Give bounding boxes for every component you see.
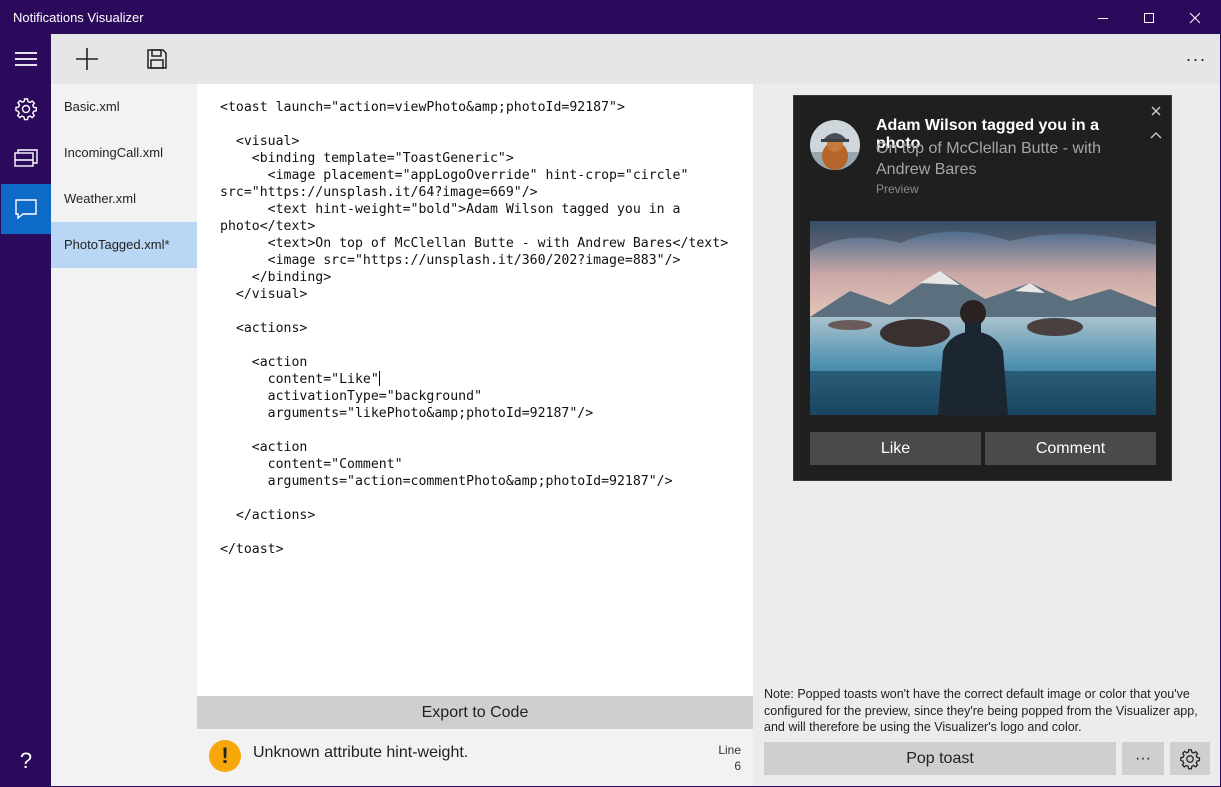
file-item-weather[interactable]: Weather.xml (51, 176, 197, 222)
plus-icon (76, 48, 98, 70)
toast-nav-button[interactable] (1, 184, 51, 234)
file-item-incomingcall[interactable]: IncomingCall.xml (51, 130, 197, 176)
file-item-basic[interactable]: Basic.xml (51, 84, 197, 130)
close-icon (1189, 12, 1201, 23)
hero-image-photo (810, 221, 1156, 415)
line-number: 6 (734, 759, 741, 773)
line-label: Line (718, 743, 741, 757)
xml-editor[interactable]: <toast launch="action=viewPhoto&amp;phot… (197, 84, 753, 696)
preview-settings-button[interactable] (1170, 742, 1210, 775)
title-bar: Notifications Visualizer (1, 1, 1220, 34)
toolbar: ··· (51, 34, 1220, 84)
preview-more-button[interactable]: ··· (1122, 742, 1164, 775)
help-button[interactable]: ? (1, 736, 51, 786)
minimize-button[interactable] (1080, 1, 1126, 34)
warning-icon: ! (209, 740, 241, 772)
menu-button[interactable] (1, 34, 51, 84)
save-button[interactable] (132, 34, 182, 84)
toast-attribution: Preview (876, 182, 919, 196)
line-indicator: Line 6 (718, 742, 741, 774)
new-file-button[interactable] (62, 34, 112, 84)
code-after-caret: activationType="background" arguments="l… (220, 389, 673, 557)
code-before-caret: <toast launch="action=viewPhoto&amp;phot… (220, 100, 729, 387)
settings-nav-button[interactable] (1, 84, 51, 134)
pop-toast-button[interactable]: Pop toast (764, 742, 1116, 775)
preview-note: Note: Popped toasts won't have the corre… (764, 687, 1198, 734)
hamburger-icon (15, 52, 37, 66)
message-icon (15, 199, 37, 220)
chevron-up-icon (1150, 132, 1162, 139)
save-icon (147, 49, 167, 69)
hero-image (810, 221, 1156, 415)
file-item-phototagged[interactable]: PhotoTagged.xml* (51, 222, 197, 268)
window-title: Notifications Visualizer (13, 10, 144, 25)
file-list: Basic.xml IncomingCall.xml Weather.xml P… (51, 84, 197, 786)
gallery-nav-button[interactable] (1, 134, 51, 184)
avatar (810, 120, 860, 170)
more-icon: ··· (1135, 749, 1151, 767)
code-text[interactable]: <toast launch="action=viewPhoto&amp;phot… (220, 99, 728, 558)
avatar-image (810, 120, 860, 170)
close-icon (1151, 106, 1161, 116)
more-options-button[interactable]: ··· (1171, 34, 1221, 84)
help-icon: ? (19, 748, 33, 773)
export-to-code-button[interactable]: Export to Code (197, 696, 753, 729)
gallery-icon (14, 149, 38, 167)
gear-icon (15, 98, 37, 121)
gear-icon (1180, 748, 1201, 769)
close-button[interactable] (1172, 1, 1218, 34)
error-bar: ! Unknown attribute hint-weight. Line 6 (197, 729, 753, 786)
toast-close-button[interactable] (1149, 104, 1163, 118)
minimize-icon (1098, 17, 1108, 19)
maximize-icon (1144, 12, 1154, 23)
error-message: Unknown attribute hint-weight. (253, 744, 469, 761)
toast-body: On top of McClellan Butte - with Andrew … (876, 140, 1101, 178)
more-icon: ··· (1185, 48, 1207, 69)
toast-action-like-button[interactable]: Like (810, 432, 981, 465)
app-window: Notifications Visualizer ? ··· Basic.xml… (0, 0, 1221, 787)
nav-rail: ? (1, 34, 51, 786)
toast-preview: Adam Wilson tagged you in a photo On top… (793, 95, 1172, 481)
text-caret (378, 371, 380, 386)
maximize-button[interactable] (1126, 1, 1172, 34)
toast-collapse-button[interactable] (1149, 128, 1163, 142)
preview-pane: Adam Wilson tagged you in a photo On top… (753, 84, 1220, 786)
toast-action-comment-button[interactable]: Comment (985, 432, 1156, 465)
